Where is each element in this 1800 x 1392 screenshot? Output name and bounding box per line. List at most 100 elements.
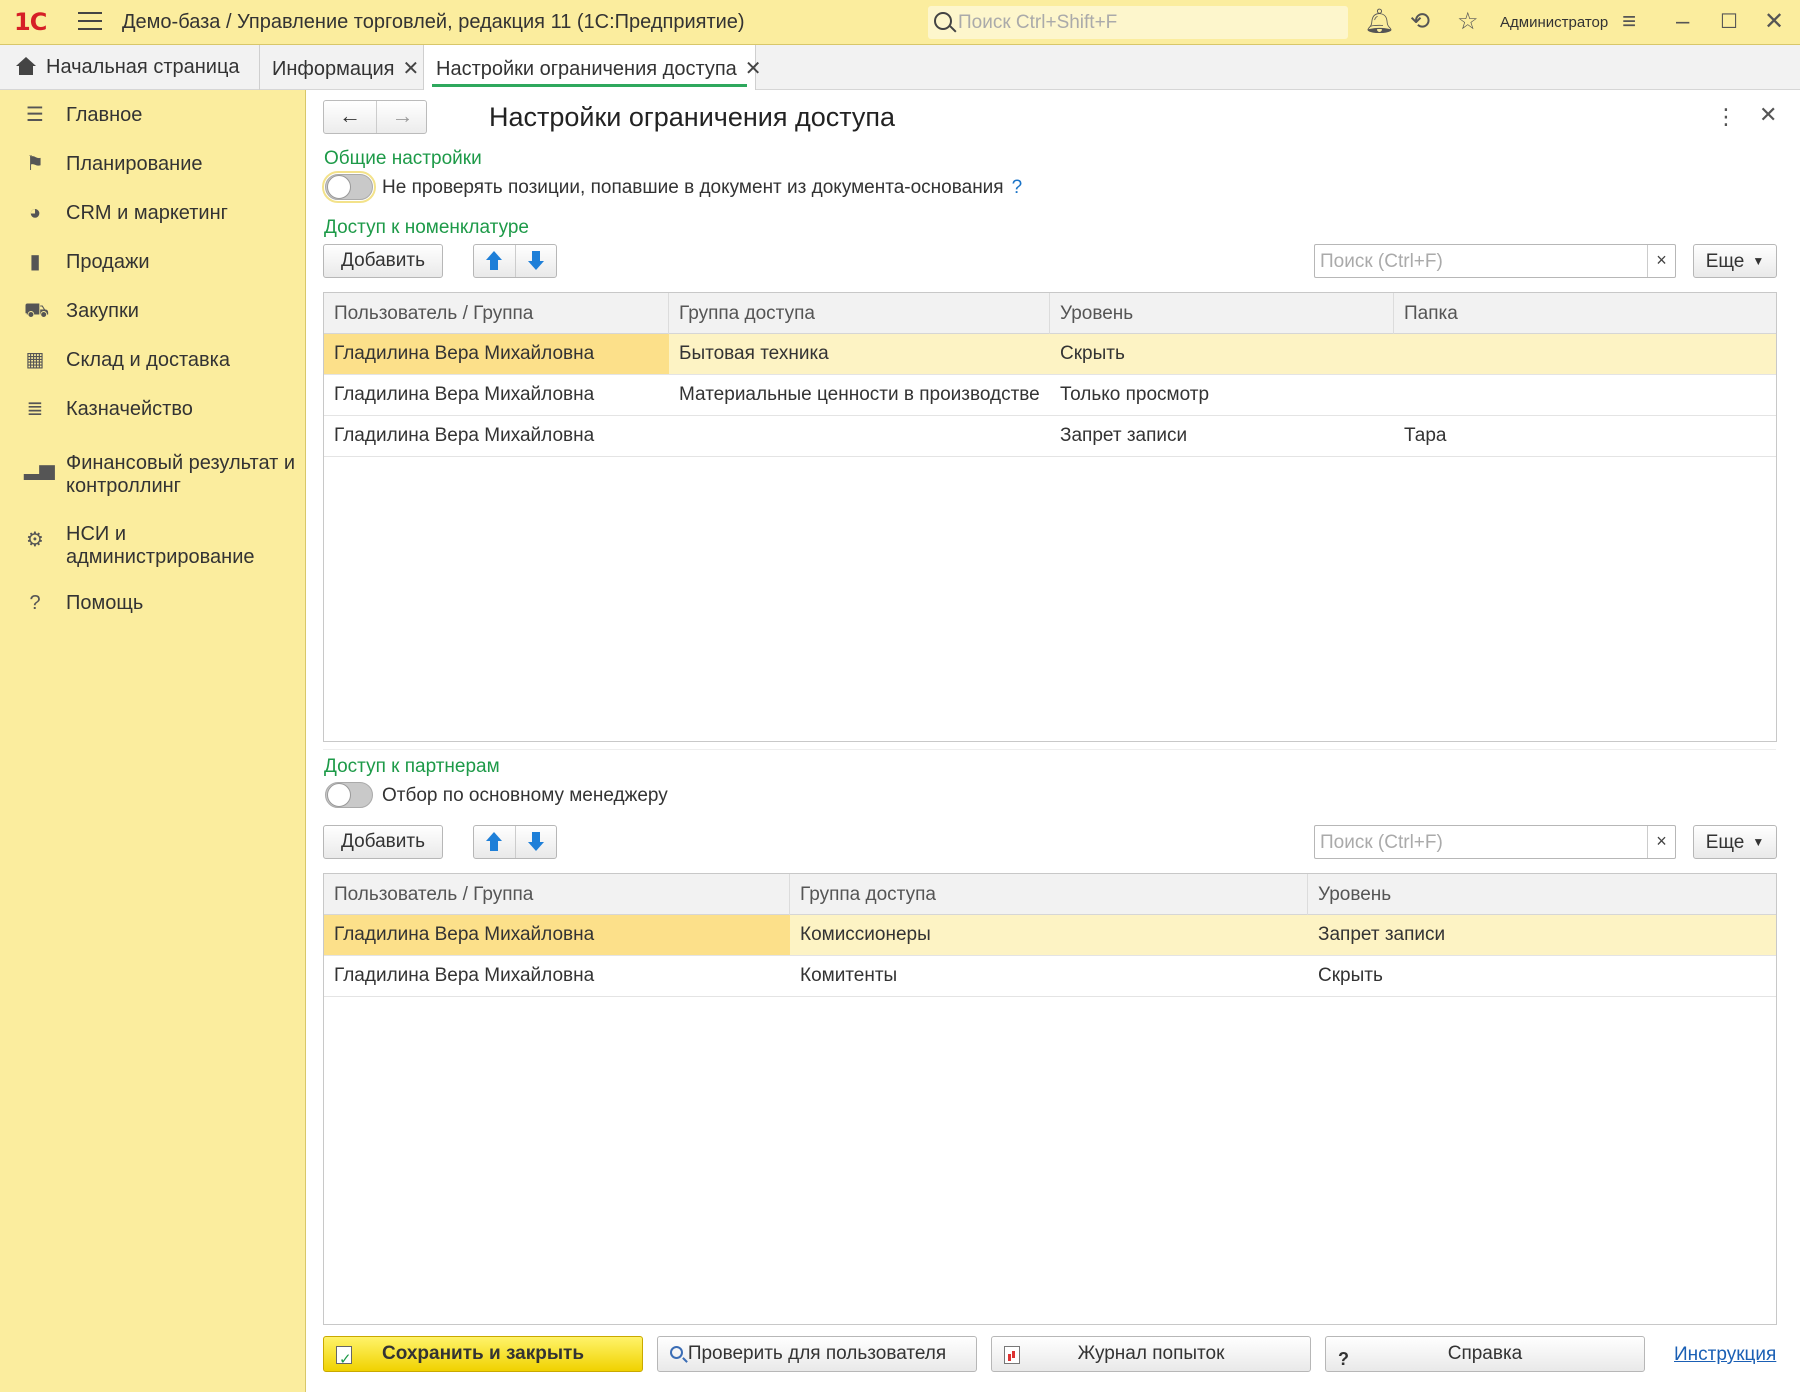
close-tab-icon[interactable]: ✕ — [745, 58, 762, 80]
table-row[interactable]: Гладилина Вера Михайловна Запрет записи … — [324, 416, 1776, 457]
table-row[interactable]: Гладилина Вера Михайловна Комитенты Скры… — [324, 956, 1776, 997]
chevron-down-icon: ▼ — [1752, 254, 1765, 268]
sidebar-item-treasury[interactable]: ≣ Казначейство — [0, 390, 306, 430]
move-down-button[interactable] — [515, 826, 556, 858]
button-label: Справка — [1447, 1343, 1523, 1364]
nomenclature-table: Пользователь / Группа Группа доступа Уро… — [323, 292, 1777, 742]
table-cell[interactable]: Гладилина Вера Михайловна — [324, 416, 669, 456]
history-icon[interactable]: ⟲ — [1410, 8, 1430, 36]
table-row[interactable]: Гладилина Вера Михайловна Материальные ц… — [324, 375, 1776, 416]
table-cell[interactable]: Бытовая техника — [669, 334, 1050, 374]
column-header[interactable]: Уровень — [1050, 293, 1394, 334]
column-header[interactable]: Пользователь / Группа — [324, 293, 669, 334]
sidebar-item-sales[interactable]: ▮ Продажи — [0, 243, 306, 283]
column-header[interactable]: Группа доступа — [669, 293, 1050, 334]
table-row[interactable]: Гладилина Вера Михайловна Бытовая техник… — [324, 334, 1776, 375]
arrow-down-icon — [528, 832, 544, 852]
attempt-log-button[interactable]: Журнал попыток — [991, 1336, 1311, 1372]
sidebar-item-finance[interactable]: ▂▅ Финансовый результат и контроллинг — [0, 444, 306, 497]
table-cell[interactable]: Гладилина Вера Михайловна — [324, 334, 669, 374]
help-icon: ? — [29, 592, 41, 614]
more-button[interactable]: Еще ▼ — [1693, 825, 1777, 859]
move-buttons — [473, 244, 557, 278]
bell-icon[interactable]: 🔔︎ — [1364, 8, 1394, 36]
table-cell[interactable]: Гладилина Вера Михайловна — [324, 956, 790, 996]
clear-search-icon[interactable]: × — [1647, 245, 1675, 277]
close-tab-icon[interactable]: ✕ — [402, 58, 419, 80]
save-and-close-button[interactable]: Сохранить и закрыть — [323, 1336, 643, 1377]
user-name[interactable]: Администратор — [1500, 14, 1608, 31]
instruction-link[interactable]: Инструкция — [1674, 1344, 1776, 1366]
table-cell[interactable]: Материальные ценности в производстве — [669, 375, 1050, 415]
minimize-icon[interactable]: – — [1676, 8, 1689, 36]
sidebar-item-label: Помощь — [66, 592, 144, 614]
manager-filter-toggle[interactable] — [325, 782, 373, 808]
settings-lines-icon[interactable]: ≡ — [1622, 8, 1636, 36]
sidebar-item-planning[interactable]: ⚑ Планирование — [0, 145, 306, 185]
maximize-icon[interactable]: ☐ — [1720, 8, 1738, 36]
table-cell[interactable]: Только просмотр — [1050, 375, 1394, 415]
search-input[interactable]: Поиск (Ctrl+F) × — [1314, 244, 1676, 278]
table-cell[interactable]: Скрыть — [1308, 956, 1776, 996]
bar-chart-icon: ▂▅ — [24, 458, 55, 480]
more-button[interactable]: Еще ▼ — [1693, 244, 1777, 278]
skip-check-label: Не проверять позиции, попавшие в докумен… — [382, 177, 1022, 199]
global-search-input[interactable]: Поиск Ctrl+Shift+F — [928, 6, 1348, 39]
section-general-header: Общие настройки — [324, 148, 482, 169]
move-up-button[interactable] — [474, 245, 515, 277]
column-header[interactable]: Папка — [1394, 293, 1776, 334]
move-down-button[interactable] — [515, 245, 556, 277]
star-icon[interactable]: ☆ — [1457, 8, 1479, 36]
sidebar-item-purchases[interactable]: ⛟ Закупки — [0, 292, 306, 332]
help-question-icon[interactable]: ? — [1012, 177, 1023, 198]
tab-access-settings[interactable]: Настройки ограничения доступа ✕ — [424, 45, 762, 90]
table-cell[interactable] — [669, 416, 1050, 456]
back-arrow-icon[interactable]: ← — [324, 101, 376, 133]
tab-home[interactable]: Начальная страница — [0, 45, 260, 90]
move-up-button[interactable] — [474, 826, 515, 858]
sidebar-item-help[interactable]: ? Помощь — [0, 584, 306, 624]
add-button[interactable]: Добавить — [323, 825, 443, 859]
forward-arrow-icon[interactable]: → — [376, 101, 428, 133]
table-header: Пользователь / Группа Группа доступа Уро… — [324, 293, 1776, 334]
table-cell[interactable]: Скрыть — [1050, 334, 1394, 374]
close-icon[interactable]: ✕ — [1764, 8, 1784, 36]
add-button[interactable]: Добавить — [323, 244, 443, 278]
arrow-up-icon — [486, 251, 502, 271]
table-cell[interactable]: Комиссионеры — [790, 915, 1308, 955]
menu-icon[interactable] — [78, 12, 102, 32]
search-input[interactable]: Поиск (Ctrl+F) × — [1314, 825, 1676, 859]
column-header[interactable]: Пользователь / Группа — [324, 874, 790, 915]
clear-search-icon[interactable]: × — [1647, 826, 1675, 858]
table-cell[interactable] — [1394, 375, 1776, 415]
sidebar-item-label: Закупки — [66, 300, 139, 322]
arrow-up-icon — [486, 832, 502, 852]
button-label: Проверить для пользователя — [687, 1343, 947, 1364]
column-header[interactable]: Уровень — [1308, 874, 1776, 915]
sidebar-item-crm[interactable]: ◕ CRM и маркетинг — [0, 194, 306, 234]
skip-check-toggle[interactable] — [322, 171, 376, 203]
toggle-knob — [327, 175, 351, 199]
table-cell[interactable]: Запрет записи — [1308, 915, 1776, 955]
column-header[interactable]: Группа доступа — [790, 874, 1308, 915]
more-vert-icon[interactable]: ⋮ — [1715, 104, 1737, 130]
button-label: Сохранить и закрыть — [381, 1343, 585, 1364]
sidebar-item-main[interactable]: ☰ Главное — [0, 96, 306, 136]
table-cell[interactable]: Комитенты — [790, 956, 1308, 996]
chevron-down-icon: ▼ — [1752, 835, 1765, 849]
table-cell[interactable]: Тара — [1394, 416, 1776, 456]
sidebar-item-admin[interactable]: ⚙ НСИ и администрирование — [0, 515, 306, 568]
table-cell[interactable]: Гладилина Вера Михайловна — [324, 375, 669, 415]
help-button[interactable]: ? Справка — [1325, 1336, 1645, 1372]
close-form-icon[interactable]: ✕ — [1759, 102, 1777, 128]
table-cell[interactable]: Гладилина Вера Михайловна — [324, 915, 790, 955]
check-for-user-button[interactable]: Проверить для пользователя — [657, 1336, 977, 1372]
table-cell[interactable]: Запрет записи — [1050, 416, 1394, 456]
table-row[interactable]: Гладилина Вера Михайловна Комиссионеры З… — [324, 915, 1776, 956]
tab-label: Информация — [272, 58, 395, 80]
planning-icon: ⚑ — [26, 153, 44, 175]
search-placeholder: Поиск (Ctrl+F) — [1320, 832, 1443, 853]
sidebar-item-warehouse[interactable]: ▦ Склад и доставка — [0, 341, 306, 381]
table-cell[interactable] — [1394, 334, 1776, 374]
tab-info[interactable]: Информация ✕ — [260, 45, 424, 90]
